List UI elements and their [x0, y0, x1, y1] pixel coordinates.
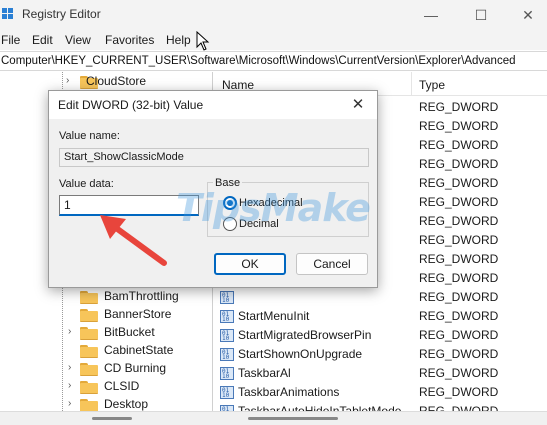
minimize-button[interactable]: —: [408, 0, 454, 30]
watermark: TipsMake: [176, 186, 371, 230]
value-type: REG_DWORD: [419, 195, 499, 209]
red-arrow-icon: [100, 215, 167, 266]
list-row[interactable]: 01 10 TaskbarAnimations REG_DWORD: [214, 383, 547, 402]
list-row[interactable]: 01 10 StartMenuInit REG_DWORD: [214, 307, 547, 326]
value-name: TaskbarAl: [238, 366, 291, 380]
value-name-field: Start_ShowClassicMode: [59, 148, 369, 167]
folder-icon: [80, 309, 98, 322]
reg-dword-icon: 0110: [220, 386, 234, 399]
reg-dword-icon: 0110: [220, 348, 234, 361]
column-header-type[interactable]: Type: [419, 78, 445, 92]
reg-dword-icon: 0110: [220, 291, 234, 304]
tree-item-label: Desktop: [104, 397, 149, 411]
tree-item-label: CD Burning: [104, 361, 167, 375]
value-type: REG_DWORD: [419, 233, 499, 247]
column-divider[interactable]: [411, 72, 412, 96]
menu-favorites[interactable]: Favorites: [105, 33, 154, 47]
value-type: REG_DWORD: [419, 347, 499, 361]
tree-item-cabinetstate[interactable]: CabinetState: [80, 342, 210, 360]
folder-icon: [80, 363, 98, 376]
dialog-title: Edit DWORD (32-bit) Value: [58, 98, 204, 112]
value-name: StartMenuInit: [238, 309, 310, 323]
value-name: StartMigratedBrowserPin: [238, 328, 372, 342]
tree-item-bitbucket[interactable]: › BitBucket: [68, 324, 208, 342]
tree-item-bannerstore[interactable]: BannerStore: [80, 306, 210, 324]
tree-item-label: BamThrottling: [104, 289, 179, 303]
menu-bar: File Edit View Favorites Help: [0, 30, 547, 50]
title-bar: Registry Editor — ☐ ✕: [0, 0, 547, 30]
value-type: REG_DWORD: [419, 366, 499, 380]
tree-item-label: BannerStore: [104, 307, 172, 321]
tree-item-desktop[interactable]: › Desktop: [68, 396, 208, 411]
value-type: REG_DWORD: [419, 271, 499, 285]
value-type: REG_DWORD: [419, 290, 499, 304]
list-row[interactable]: 01 10 TaskbarAl REG_DWORD: [214, 364, 547, 383]
value-type: REG_DWORD: [419, 309, 499, 323]
value-name: TaskbarAutoHideInTabletMode: [238, 404, 402, 411]
folder-icon: [80, 327, 98, 340]
cancel-button[interactable]: Cancel: [296, 253, 368, 275]
chevron-right-icon[interactable]: ›: [68, 362, 78, 374]
value-type: REG_DWORD: [419, 214, 499, 228]
tree-item-label: BitBucket: [104, 325, 155, 339]
menu-help[interactable]: Help: [166, 33, 191, 47]
list-row[interactable]: 0110 REG_DWORD: [214, 288, 547, 307]
dialog-close-icon[interactable]: ✕: [349, 96, 367, 114]
ok-button[interactable]: OK: [214, 253, 286, 275]
menu-edit[interactable]: Edit: [32, 33, 53, 47]
list-row[interactable]: 0110TaskbarAutoHideInTabletModeREG_DWORD: [214, 402, 547, 411]
tree-item-label: CloudStore: [86, 74, 147, 88]
close-button[interactable]: ✕: [505, 0, 547, 30]
folder-icon: [80, 291, 98, 304]
folder-icon: [80, 381, 98, 394]
dialog-title-bar: Edit DWORD (32-bit) Value ✕: [49, 91, 377, 119]
value-name-label: Value name:: [59, 130, 120, 142]
menu-file[interactable]: File: [1, 33, 20, 47]
list-row[interactable]: 01 10 StartShownOnUpgrade REG_DWORD: [214, 345, 547, 364]
reg-dword-icon: 0110: [220, 329, 234, 342]
chevron-right-icon[interactable]: ›: [66, 75, 76, 87]
tree-item-cloudstore[interactable]: › CloudStore: [66, 73, 206, 91]
horizontal-scrollbar[interactable]: [0, 411, 547, 425]
value-name: TaskbarAnimations: [238, 385, 340, 399]
tree-scroll-thumb[interactable]: [92, 417, 132, 420]
folder-icon: [80, 399, 98, 411]
list-row[interactable]: 01 10 StartMigratedBrowserPin REG_DWORD: [214, 326, 547, 345]
tree-item-label: CLSID: [104, 379, 140, 393]
value-type: REG_DWORD: [419, 328, 499, 342]
mouse-cursor-icon: [196, 31, 210, 51]
maximize-button[interactable]: ☐: [458, 0, 504, 30]
chevron-right-icon[interactable]: ›: [68, 398, 78, 410]
tree-item-label: CabinetState: [104, 343, 174, 357]
value-type: REG_DWORD: [419, 176, 499, 190]
address-bar[interactable]: Computer\HKEY_CURRENT_USER\Software\Micr…: [0, 51, 547, 71]
registry-editor-icon: [2, 8, 14, 20]
menu-view[interactable]: View: [65, 33, 91, 47]
chevron-right-icon[interactable]: ›: [68, 326, 78, 338]
tree-item-clsid[interactable]: › CLSID: [68, 378, 208, 396]
window-title: Registry Editor: [22, 7, 101, 21]
address-path: Computer\HKEY_CURRENT_USER\Software\Micr…: [1, 55, 516, 67]
reg-dword-icon: 0110: [220, 367, 234, 380]
value-type: REG_DWORD: [419, 138, 499, 152]
folder-icon: [80, 345, 98, 358]
value-type: REG_DWORD: [419, 404, 499, 411]
list-scroll-thumb[interactable]: [248, 417, 338, 420]
value-data-label: Value data:: [59, 178, 114, 190]
value-type: REG_DWORD: [419, 119, 499, 133]
value-name: StartShownOnUpgrade: [238, 347, 363, 361]
reg-dword-icon: 0110: [220, 310, 234, 323]
value-type: REG_DWORD: [419, 100, 499, 114]
tree-item-cd-burning[interactable]: › CD Burning: [68, 360, 208, 378]
value-type: REG_DWORD: [419, 385, 499, 399]
chevron-right-icon[interactable]: ›: [68, 380, 78, 392]
value-type: REG_DWORD: [419, 157, 499, 171]
tree-item-bamthrottling[interactable]: BamThrottling: [80, 288, 210, 306]
value-type: REG_DWORD: [419, 252, 499, 266]
